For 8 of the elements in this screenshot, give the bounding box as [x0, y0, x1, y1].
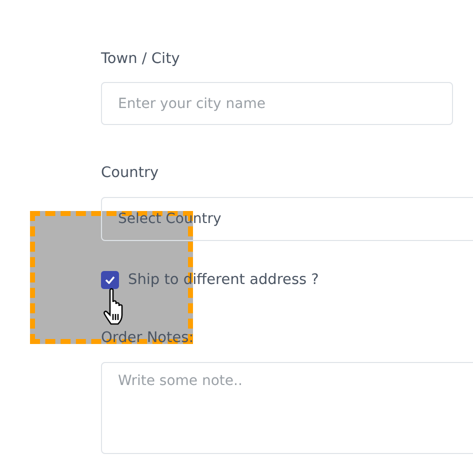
checkbox-label[interactable]: Ship to different address ? — [128, 272, 319, 288]
city-input[interactable]: Enter your city name — [101, 82, 453, 125]
field-label: Country — [101, 164, 159, 183]
field-label: Town / City — [101, 50, 180, 69]
checkbox[interactable] — [101, 271, 119, 289]
country-select[interactable]: Select Country — [101, 197, 473, 241]
check-icon — [105, 276, 115, 284]
notes-textarea[interactable]: Write some note.. — [101, 362, 473, 454]
